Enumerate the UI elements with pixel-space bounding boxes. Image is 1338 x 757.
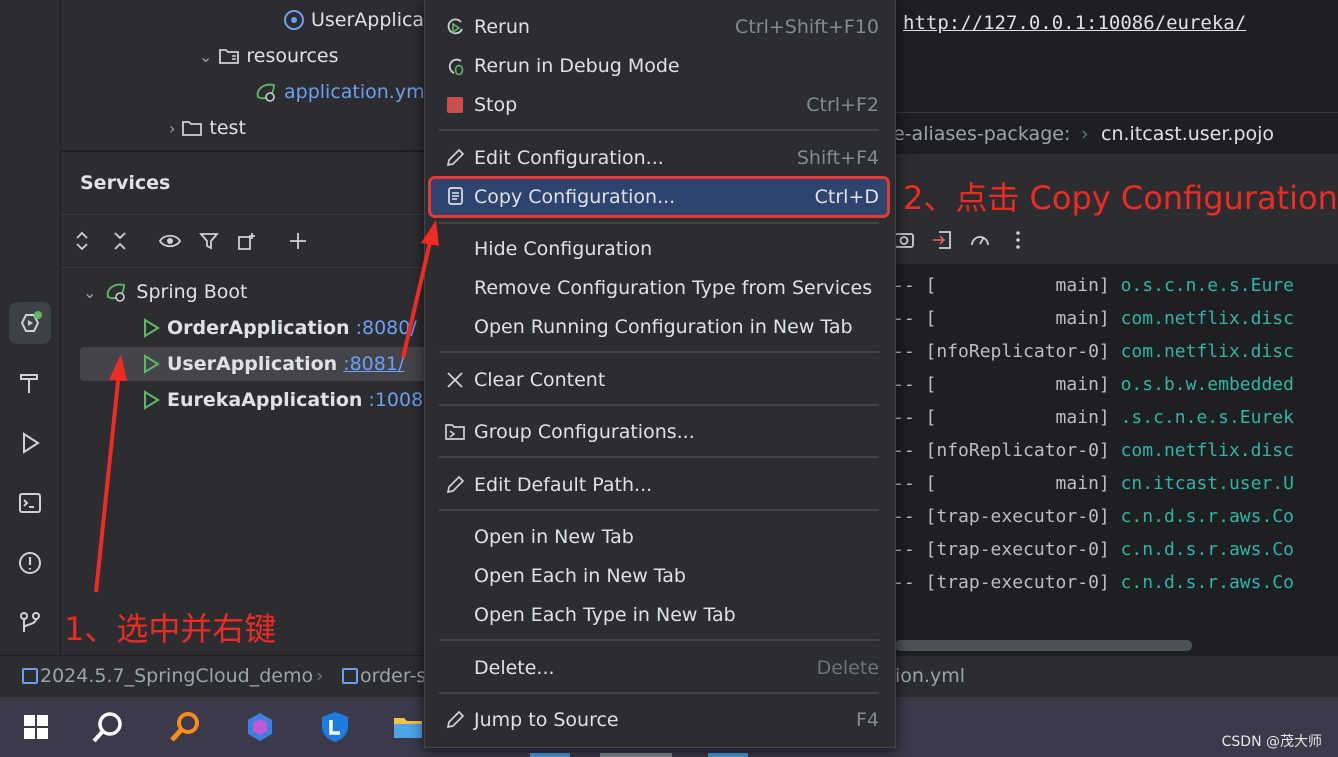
arrow-step-1 [94,354,127,593]
annotation-step-2: 2、点击 Copy Configuration [903,179,1338,217]
annotation-step-1: 1、选中并右键 [64,610,277,648]
arrow-step-2 [401,220,439,359]
